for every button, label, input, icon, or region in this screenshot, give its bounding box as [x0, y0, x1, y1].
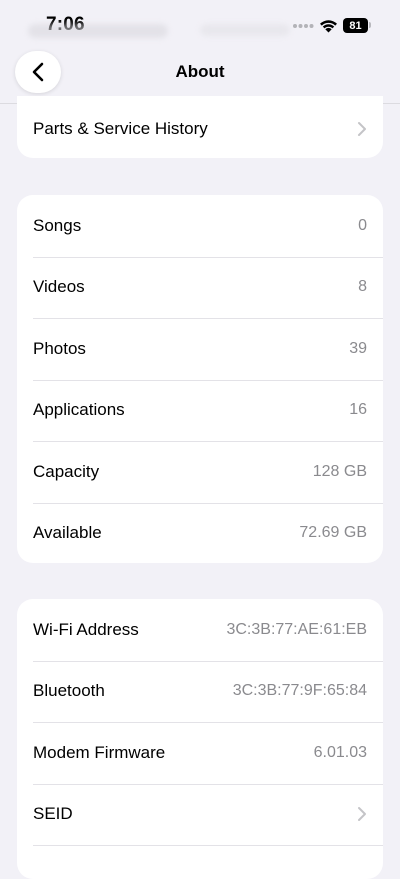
row-label: SEID: [33, 804, 73, 824]
row-label: Capacity: [33, 461, 100, 481]
chevron-right-icon: [358, 122, 366, 136]
row-seid[interactable]: SEID: [17, 783, 383, 846]
row-label: Bluetooth: [33, 681, 105, 701]
row-modem-firmware: Modem Firmware 6.01.03: [17, 722, 383, 784]
row-value: 3C:3B:77:9F:65:84: [232, 682, 367, 700]
row-value: 3C:3B:77:AE:61:EB: [226, 620, 367, 638]
status-bar: 7:06 81: [0, 0, 400, 50]
blurred-overlay-text-secondary: [200, 24, 290, 36]
row-label: Wi-Fi Address: [33, 619, 139, 639]
row-photos: Photos 39: [17, 318, 383, 380]
battery-level: 81: [349, 19, 362, 32]
row-value: 128 GB: [312, 462, 367, 480]
row-label: Modem Firmware: [33, 742, 166, 762]
wifi-icon: [320, 20, 337, 33]
row-value: 72.69 GB: [299, 524, 367, 542]
page-title: About: [175, 62, 225, 81]
row-value: 0: [358, 216, 367, 234]
card-media-storage: Songs 0 Videos 8 Photos 39 Applications …: [17, 195, 383, 563]
card-parts-service: Parts & Service History: [17, 96, 383, 158]
chevron-right-icon: [358, 807, 366, 822]
row-label: Videos: [33, 277, 85, 297]
battery-tip: [369, 22, 371, 28]
cellular-dots-icon: [293, 24, 314, 28]
row-value: 16: [349, 401, 367, 419]
row-capacity: Capacity 128 GB: [17, 441, 383, 503]
row-label: Songs: [33, 215, 82, 235]
row-parts-service-history[interactable]: Parts & Service History: [17, 96, 383, 158]
row-applications: Applications 16: [17, 379, 383, 442]
row-videos: Videos 8: [17, 256, 383, 319]
row-partial: [17, 845, 383, 879]
battery-icon: 81: [343, 18, 368, 33]
row-label: Parts & Service History: [33, 119, 208, 138]
row-wifi-address: Wi-Fi Address 3C:3B:77:AE:61:EB: [17, 599, 383, 661]
row-label: Photos: [33, 338, 86, 358]
row-label: Applications: [33, 400, 125, 420]
row-value: 8: [358, 278, 367, 296]
blurred-overlay-text: [28, 24, 168, 38]
row-value: 6.01.03: [313, 743, 367, 761]
row-label: Available: [33, 523, 102, 543]
row-value: 39: [349, 339, 367, 357]
row-bluetooth: Bluetooth 3C:3B:77:9F:65:84: [17, 660, 383, 723]
card-network: Wi-Fi Address 3C:3B:77:AE:61:EB Bluetoot…: [17, 599, 383, 879]
row-songs: Songs 0: [17, 195, 383, 257]
row-available: Available 72.69 GB: [17, 502, 383, 564]
